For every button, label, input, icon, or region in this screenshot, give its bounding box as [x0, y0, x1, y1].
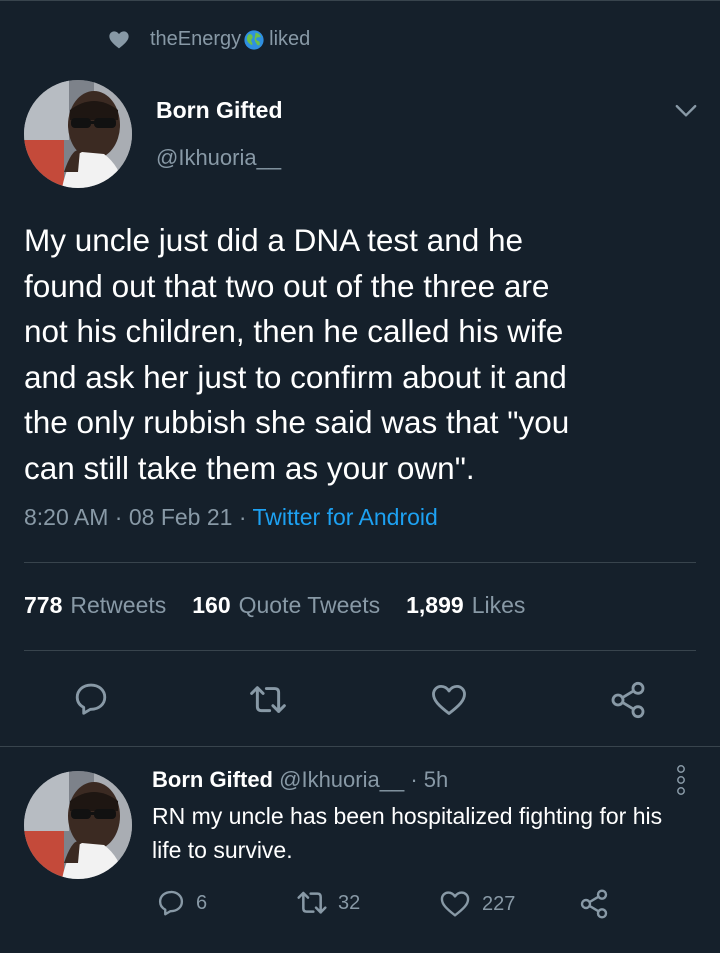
retweet-icon [297, 891, 327, 914]
social-context[interactable]: theEnergy liked [108, 28, 310, 51]
retweet-button[interactable] [248, 682, 288, 718]
heart-outline-icon [440, 891, 470, 917]
reply-author-avatar[interactable] [24, 771, 132, 879]
heart-icon [109, 30, 129, 48]
author-avatar[interactable] [24, 80, 132, 188]
reply-like-button[interactable]: 227 [438, 888, 515, 920]
reply-share-button[interactable] [578, 888, 620, 920]
tweet-date[interactable]: 08 Feb 21 [129, 504, 233, 530]
meta-separator: · [114, 504, 129, 530]
more-vertical-icon[interactable] [672, 763, 690, 797]
tweet-metadata: 8:20 AM · 08 Feb 21 · Twitter for Androi… [24, 504, 438, 531]
tweet-stats: 778 Retweets 160 Quote Tweets 1,899 Likes [24, 592, 551, 619]
likes-stat[interactable]: 1,899 Likes [406, 592, 525, 619]
quote-tweets-stat[interactable]: 160 Quote Tweets [192, 592, 380, 619]
divider [24, 562, 696, 563]
retweets-stat[interactable]: 778 Retweets [24, 592, 166, 619]
reply-reply-button[interactable]: 6 [156, 888, 207, 918]
top-border [0, 0, 720, 6]
reply-icon [75, 683, 107, 715]
reply-icon [158, 890, 184, 916]
divider [0, 746, 720, 747]
reply-header: Born Gifted @Ikhuoria__ · 5h [152, 767, 448, 793]
meta-separator: · [238, 504, 253, 530]
author-handle[interactable]: @Ikhuoria__ [156, 145, 281, 171]
reply-count: 6 [196, 891, 208, 914]
retweet-count: 32 [338, 891, 361, 914]
profile-photo [24, 771, 132, 879]
reply-text: RN my uncle has been hospitalized fighti… [152, 803, 663, 863]
reply-author-name[interactable]: Born Gifted [152, 767, 273, 792]
globe-icon [244, 29, 264, 50]
heart-outline-icon [432, 684, 466, 715]
share-icon [580, 889, 608, 919]
reply-retweet-button[interactable]: 32 [296, 888, 360, 918]
share-button[interactable] [608, 680, 648, 720]
chevron-down-icon[interactable] [673, 98, 699, 124]
divider [24, 650, 696, 651]
share-icon [611, 681, 645, 719]
reply-author-handle[interactable]: @Ikhuoria__ [279, 767, 404, 792]
reply-age[interactable]: 5h [424, 767, 448, 792]
author-name[interactable]: Born Gifted [156, 97, 283, 124]
like-count: 227 [482, 892, 516, 915]
tweet-time[interactable]: 8:20 AM [24, 504, 108, 530]
tweet-text: My uncle just did a DNA test and he foun… [24, 222, 570, 486]
profile-photo [24, 80, 132, 188]
retweet-icon [250, 686, 286, 713]
meta-separator: · [410, 767, 424, 792]
reply-button[interactable] [72, 680, 110, 718]
social-context-action: liked [269, 28, 311, 50]
social-context-user[interactable]: theEnergy [150, 28, 241, 51]
tweet-source[interactable]: Twitter for Android [252, 504, 437, 530]
like-button[interactable] [429, 681, 469, 719]
